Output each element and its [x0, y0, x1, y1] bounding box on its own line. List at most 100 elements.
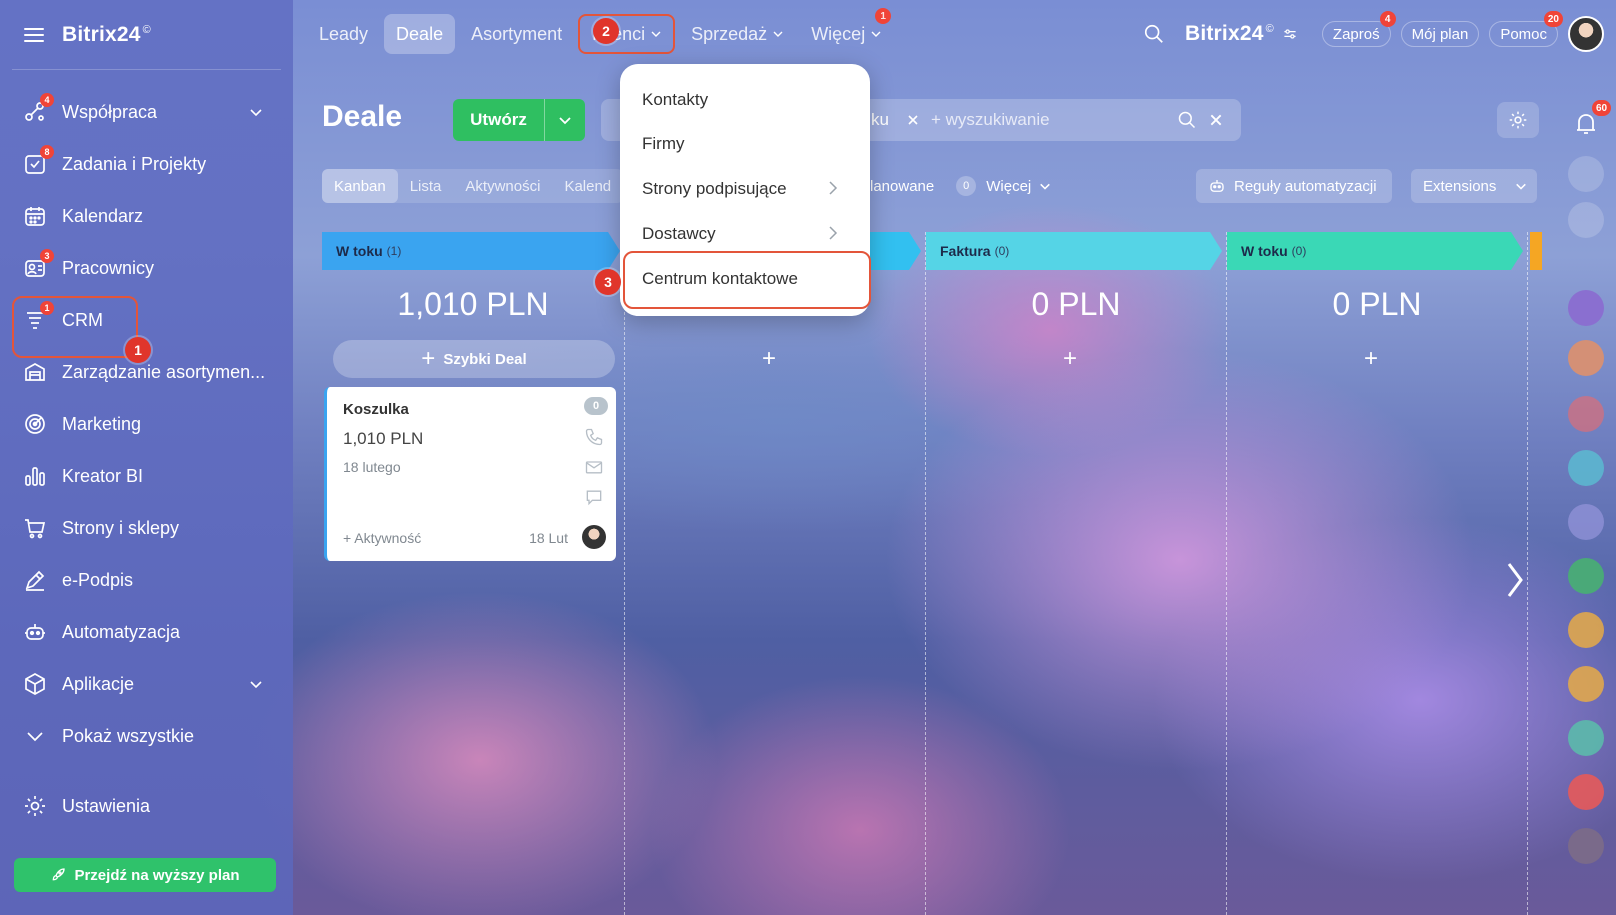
stage-header[interactable]: W toku (1): [322, 232, 620, 270]
chevron-down-icon[interactable]: [1515, 180, 1527, 192]
quick-deal-button[interactable]: + Szybki Deal: [333, 340, 615, 378]
kanban-column: 0 PLN +: [625, 232, 926, 915]
tab-leads[interactable]: Leady: [307, 14, 380, 54]
settings-button[interactable]: [1497, 102, 1539, 138]
sidebar-item-automation[interactable]: Automatyzacja: [0, 606, 293, 658]
view-tab-kanban[interactable]: Kanban: [322, 169, 398, 203]
close-icon[interactable]: [1209, 113, 1223, 127]
task-icon[interactable]: [1568, 612, 1604, 648]
sidebar-item-esign[interactable]: e-Podpis: [0, 554, 293, 606]
avatar[interactable]: [1568, 828, 1604, 864]
sidebar-item-bi[interactable]: Kreator BI: [0, 450, 293, 502]
sidebar-item-label: Pracownicy: [62, 257, 155, 278]
add-deal-button[interactable]: +: [625, 340, 921, 378]
sliders-icon[interactable]: [1282, 26, 1298, 42]
mail-icon[interactable]: [584, 457, 604, 477]
stage-header[interactable]: Faktura (0): [926, 232, 1222, 270]
chat-icon[interactable]: [584, 487, 604, 507]
stage-count: (1): [386, 244, 402, 258]
chevron-down-icon[interactable]: [249, 677, 263, 691]
stage-count: (0): [1291, 244, 1307, 258]
app-logo[interactable]: Bitrix24 ©: [62, 23, 151, 47]
sidebar-item-label: Zarządzanie asortymen...: [62, 361, 266, 382]
view-tab-list[interactable]: Lista: [398, 169, 454, 203]
badge: 3: [40, 249, 54, 263]
topbar: Leady Deale Asortyment Klienci Sprzedaż …: [293, 0, 1616, 70]
chevron-down-icon: [651, 31, 661, 37]
view-tab-calendar[interactable]: Kalend: [552, 169, 623, 203]
tab-catalog[interactable]: Asortyment: [459, 14, 574, 54]
sidebar-item-label: Automatyzacja: [62, 621, 181, 642]
task-icon[interactable]: [1568, 666, 1604, 702]
sidebar-item-collaboration[interactable]: 4 Współpraca: [0, 86, 293, 138]
stage-sum: 0 PLN: [1031, 286, 1121, 322]
automation-rules-button[interactable]: Reguły automatyzacji: [1196, 169, 1392, 203]
sidebar-item-label: Kreator BI: [62, 465, 144, 486]
sidebar-item-apps[interactable]: Aplikacje: [0, 658, 293, 710]
deal-title[interactable]: Koszulka: [343, 401, 409, 418]
phone-icon[interactable]: [584, 427, 604, 447]
sidebar-item-settings[interactable]: Ustawienia: [0, 780, 293, 832]
tab-sales[interactable]: Sprzedaż: [679, 14, 795, 54]
sidebar-item-marketing[interactable]: Marketing: [0, 398, 293, 450]
tab-more[interactable]: Więcej 1: [799, 8, 893, 54]
tab-label: Leady: [319, 23, 369, 44]
planned-filter[interactable]: Planowane: [860, 178, 934, 195]
sidebar-item-sites[interactable]: Strony i sklepy: [0, 502, 293, 554]
sidebar-item-label: Strony i sklepy: [62, 517, 180, 538]
search-icon[interactable]: [1177, 110, 1197, 130]
chevron-right-icon[interactable]: [1505, 560, 1525, 600]
invite-button[interactable]: Zaproś 4: [1321, 11, 1396, 47]
task-icon[interactable]: [1568, 396, 1604, 432]
brand-logo: Bitrix24 ©: [1185, 22, 1274, 46]
chevron-down-icon: [559, 117, 571, 125]
menu-item-companies[interactable]: Firmy: [642, 134, 684, 154]
close-icon[interactable]: [907, 114, 919, 126]
stage-header[interactable]: W toku (0): [1227, 232, 1523, 270]
user-avatar[interactable]: [1568, 16, 1604, 52]
tab-deals[interactable]: Deale: [384, 14, 456, 54]
menu-item-contacts[interactable]: Kontakty: [642, 90, 708, 110]
sync-icon[interactable]: [1568, 202, 1604, 238]
deal-card[interactable]: Koszulka 1,010 PLN 18 lutego 0 + Aktywno…: [324, 387, 616, 561]
my-plan-button[interactable]: Mój plan: [1400, 21, 1480, 47]
sidebar-item-employees[interactable]: 3 Pracownicy: [0, 242, 293, 294]
task-icon[interactable]: [1568, 504, 1604, 540]
view-tab-activities[interactable]: Aktywności: [453, 169, 552, 203]
sidebar-item-tasks[interactable]: 8 Zadania i Projekty: [0, 138, 293, 190]
tasks-icon: 8: [22, 145, 54, 177]
stage-sum: 0 PLN: [1332, 286, 1422, 322]
task-icon[interactable]: [1568, 450, 1604, 486]
video-icon[interactable]: [1568, 774, 1604, 810]
upgrade-plan-button[interactable]: Przejdź na wyższy plan: [14, 858, 276, 892]
target-icon[interactable]: [1568, 156, 1604, 192]
extensions-button[interactable]: Extensions: [1411, 169, 1537, 203]
create-button[interactable]: Utwórz: [453, 99, 585, 141]
add-deal-button[interactable]: +: [1227, 340, 1523, 378]
more-filter[interactable]: Więcej: [986, 178, 1031, 195]
sidebar-header: Bitrix24 ©: [12, 0, 281, 70]
chevron-down-icon[interactable]: [1039, 180, 1051, 192]
search-icon[interactable]: [1143, 23, 1165, 45]
create-dropdown-arrow[interactable]: [545, 113, 585, 127]
deal-price: 1,010 PLN: [343, 429, 424, 448]
avatar[interactable]: [1568, 290, 1604, 326]
search-input[interactable]: + wyszukiwanie: [931, 110, 1050, 130]
top-right: Bitrix24 © Zaproś 4 Mój plan Pomoc 20: [1143, 11, 1616, 54]
stage-sum: 1,010 PLN: [397, 286, 549, 322]
menu-icon[interactable]: [24, 27, 44, 42]
help-button[interactable]: Pomoc 20: [1489, 11, 1563, 47]
add-activity-link[interactable]: + Aktywność: [343, 530, 421, 546]
avatar[interactable]: [1568, 340, 1604, 376]
menu-item-suppliers[interactable]: Dostawcy: [642, 224, 716, 244]
chevron-down-icon[interactable]: [249, 105, 263, 119]
cart-icon: [22, 515, 48, 541]
task-icon[interactable]: [1568, 720, 1604, 756]
warehouse-icon: [22, 359, 48, 385]
menu-item-signing-parties[interactable]: Strony podpisujące: [642, 179, 787, 199]
sidebar-show-all[interactable]: Pokaż wszystkie: [0, 710, 293, 762]
responsible-avatar[interactable]: [582, 525, 606, 549]
calendar-icon[interactable]: [1568, 558, 1604, 594]
add-deal-button[interactable]: +: [926, 340, 1222, 378]
sidebar-item-calendar[interactable]: Kalendarz: [0, 190, 293, 242]
